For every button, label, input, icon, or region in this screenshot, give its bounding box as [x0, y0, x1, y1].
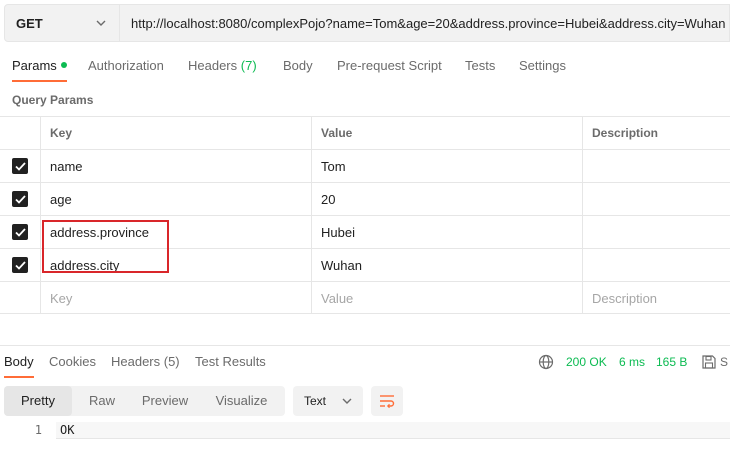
param-key-field[interactable]: age	[41, 183, 312, 215]
param-value-field[interactable]: Hubei	[312, 216, 583, 248]
view-pretty-button[interactable]: Pretty	[4, 386, 72, 416]
response-tab-test-results[interactable]: Test Results	[195, 354, 266, 378]
table-header-row: Key Value Description	[0, 116, 730, 149]
save-icon[interactable]	[701, 354, 717, 370]
param-key-field[interactable]: address.province	[41, 216, 312, 248]
checkbox-checked[interactable]	[12, 158, 28, 174]
column-header-key: Key	[41, 117, 312, 149]
method-label: GET	[16, 15, 43, 31]
tab-headers[interactable]: Headers (7)	[188, 56, 257, 82]
params-active-dot-icon	[60, 62, 67, 68]
format-label: Text	[304, 394, 327, 408]
checkbox-checked[interactable]	[12, 257, 28, 273]
query-params-table: Key Value Description name Tom age 20 ad…	[0, 116, 730, 314]
table-row: name Tom	[0, 149, 730, 182]
response-tab-headers[interactable]: Headers (5)	[111, 354, 180, 378]
response-time[interactable]: 6 ms	[619, 354, 645, 370]
check-icon	[14, 227, 26, 237]
tab-tests[interactable]: Tests	[465, 56, 495, 82]
response-tab-cookies[interactable]: Cookies	[49, 354, 96, 378]
param-value-field[interactable]: Tom	[312, 150, 583, 182]
table-row: address.city Wuhan	[0, 248, 730, 281]
view-mode-group: Pretty Raw Preview Visualize	[4, 386, 285, 416]
tab-body[interactable]: Body	[283, 56, 313, 82]
status-code[interactable]: 200 OK	[566, 354, 607, 370]
checkbox-checked[interactable]	[12, 191, 28, 207]
response-body: 1 OK	[0, 422, 730, 439]
chevron-down-icon	[93, 15, 109, 31]
new-value-input[interactable]: Value	[312, 282, 583, 314]
column-header-description: Description	[592, 126, 659, 140]
chevron-down-icon	[342, 398, 352, 404]
wrap-lines-icon	[380, 395, 395, 408]
table-row: age 20	[0, 182, 730, 215]
tab-settings[interactable]: Settings	[519, 56, 566, 82]
globe-icon[interactable]	[538, 354, 554, 370]
response-size[interactable]: 165 B	[656, 354, 687, 370]
table-row: address.province Hubei	[0, 215, 730, 248]
row-checkbox-cell	[0, 282, 41, 314]
param-description-field[interactable]	[583, 249, 730, 281]
param-key-field[interactable]: name	[41, 150, 312, 182]
request-bar: GET http://localhost:8080/complexPojo?na…	[4, 4, 730, 42]
param-value-field[interactable]: Wuhan	[312, 249, 583, 281]
row-checkbox-cell	[0, 216, 41, 248]
header-checkbox-cell	[0, 117, 41, 149]
response-body-text[interactable]: OK	[56, 422, 730, 439]
row-checkbox-cell	[0, 249, 41, 281]
save-response-label[interactable]: S	[720, 354, 728, 370]
check-icon	[14, 194, 26, 204]
param-description-field[interactable]	[583, 183, 730, 215]
param-description-field[interactable]	[583, 216, 730, 248]
check-icon	[14, 161, 26, 171]
response-divider	[0, 345, 730, 346]
response-tab-body[interactable]: Body	[4, 354, 34, 378]
check-icon	[14, 260, 26, 270]
column-header-value: Value	[312, 117, 583, 149]
checkbox-checked[interactable]	[12, 224, 28, 240]
wrap-lines-button[interactable]	[371, 386, 403, 416]
query-params-title: Query Params	[12, 93, 94, 107]
param-value-field[interactable]: 20	[312, 183, 583, 215]
view-visualize-button[interactable]: Visualize	[198, 386, 285, 416]
tab-params[interactable]: Params	[12, 56, 67, 82]
url-input[interactable]: http://localhost:8080/complexPojo?name=T…	[120, 4, 730, 42]
format-select[interactable]: Text	[293, 386, 363, 416]
view-preview-button[interactable]: Preview	[132, 386, 198, 416]
tab-params-label: Params	[12, 58, 57, 73]
new-param-row: Key Value Description	[0, 281, 730, 314]
tab-prerequest-script[interactable]: Pre-request Script	[337, 56, 442, 82]
param-description-field[interactable]	[583, 150, 730, 182]
new-key-input[interactable]: Key	[41, 282, 312, 314]
request-tabs: Params Authorization Headers (7) Body Pr…	[0, 56, 730, 82]
tab-headers-count: (7)	[240, 58, 257, 73]
line-number: 1	[34, 423, 42, 437]
row-checkbox-cell	[0, 183, 41, 215]
row-checkbox-cell	[0, 150, 41, 182]
view-raw-button[interactable]: Raw	[72, 386, 132, 416]
tab-headers-label: Headers	[188, 58, 238, 73]
tab-authorization[interactable]: Authorization	[88, 56, 164, 82]
method-select[interactable]: GET	[4, 4, 120, 42]
new-description-input[interactable]: Description	[583, 282, 730, 314]
param-key-field[interactable]: address.city	[41, 249, 312, 281]
